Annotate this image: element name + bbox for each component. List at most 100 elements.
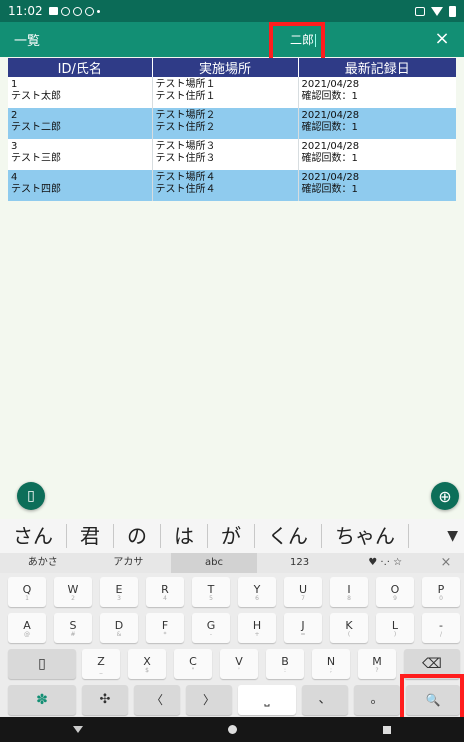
status-time: 11:02 xyxy=(8,4,43,18)
key-h[interactable]: H + xyxy=(238,613,276,643)
mode-symbols[interactable]: ♥ ·.· ☆ xyxy=(342,553,428,573)
suggestion-item[interactable]: が xyxy=(208,524,255,548)
cell-date: 2021/04/28 確認回数：1 xyxy=(297,139,456,170)
suggestion-item[interactable]: くん xyxy=(255,524,322,548)
table-row[interactable]: 1 テスト太郎 テスト場所１ テスト住所１ 2021/04/28 確認回数：1 xyxy=(8,77,456,108)
key-q[interactable]: Q1 xyxy=(8,577,46,607)
space-icon: ⎵ xyxy=(264,692,270,707)
key-n[interactable]: N; xyxy=(312,649,350,679)
add-icon: ⊕ xyxy=(438,486,452,506)
key-e[interactable]: E3 xyxy=(100,577,138,607)
keyboard: Q1 W2 E3 R4 T5 Y6 U7 I8 O9 P0 A @ S # D & F… xyxy=(0,573,464,717)
home-icon[interactable] xyxy=(228,725,238,734)
suggestion-item[interactable]: は xyxy=(161,524,208,548)
period-key[interactable]: 。 xyxy=(354,685,400,715)
key-d[interactable]: D & xyxy=(100,613,138,643)
gear-icon: ✽ xyxy=(36,692,48,708)
chevron-left-icon: 〈 xyxy=(150,693,163,707)
key-u[interactable]: U7 xyxy=(284,577,322,607)
space-key[interactable]: ⎵ xyxy=(238,685,296,715)
key-a[interactable]: A @ xyxy=(8,613,46,643)
cell-id-name: 4 テスト四郎 xyxy=(8,170,152,201)
records-table: ID/氏名 実施場所 最新記録日 1 テスト太郎 テスト場所１ テスト住所１ 202… xyxy=(8,58,456,201)
key-l[interactable]: L) xyxy=(376,613,414,643)
suggestion-item[interactable]: さん xyxy=(0,524,67,548)
cursor-right-key[interactable]: 〉 xyxy=(186,685,232,715)
cell-place: テスト場所２ テスト住所２ xyxy=(151,108,298,139)
header-place: 実施場所 xyxy=(151,58,298,77)
notification-icon xyxy=(60,6,70,16)
system-nav-bar xyxy=(0,717,464,742)
close-icon: × xyxy=(434,28,450,49)
key-r[interactable]: R4 xyxy=(146,577,184,607)
input-mode-tabs: あかさ アカサ abc 123 ♥ ·.· ☆ × xyxy=(0,553,464,573)
cell-id-name: 1 テスト太郎 xyxy=(8,77,152,108)
cell-place: テスト場所３ テスト住所３ xyxy=(151,139,298,170)
key-i[interactable]: I8 xyxy=(330,577,368,607)
key-s[interactable]: S # xyxy=(54,613,92,643)
battery-icon xyxy=(449,5,456,17)
key-hyphen[interactable]: - / xyxy=(422,613,460,643)
mode-hiragana[interactable]: あかさ xyxy=(0,553,86,573)
cursor-move-key[interactable]: ✣ xyxy=(82,685,128,715)
mode-alphabet[interactable]: abc xyxy=(171,553,257,573)
close-keyboard-icon[interactable]: × xyxy=(428,553,464,573)
notification-icons xyxy=(48,6,100,16)
key-y[interactable]: Y6 xyxy=(238,577,276,607)
expand-suggestions-icon[interactable]: ▼ xyxy=(447,528,458,544)
key-f[interactable]: F * xyxy=(146,613,184,643)
key-t[interactable]: T5 xyxy=(192,577,230,607)
import-button[interactable]: ▯ xyxy=(17,482,45,510)
app-bar: 一覧 xyxy=(0,22,464,57)
key-w[interactable]: W2 xyxy=(54,577,92,607)
recents-icon[interactable] xyxy=(383,725,392,734)
close-search-button[interactable]: × xyxy=(430,27,454,51)
table-row[interactable]: 3 テスト三郎 テスト場所３ テスト住所３ 2021/04/28 確認回数：1 xyxy=(8,139,456,170)
status-bar: 11:02 xyxy=(0,0,464,22)
search-text: 二郎 xyxy=(290,33,315,47)
backspace-key[interactable]: ⌫ xyxy=(404,649,460,679)
shift-icon: ▯ xyxy=(38,656,46,672)
suggestion-item[interactable]: 君 xyxy=(67,524,114,548)
notification-icon xyxy=(48,7,58,15)
comma-key[interactable]: 、 xyxy=(302,685,348,715)
key-z[interactable]: Z _ xyxy=(82,649,120,679)
cell-place: テスト場所１ テスト住所１ xyxy=(151,77,298,108)
mode-numbers[interactable]: 123 xyxy=(257,553,343,573)
move-cursor-icon: ✣ xyxy=(99,692,111,707)
search-input[interactable]: 二郎 xyxy=(290,31,317,48)
key-j[interactable]: J = xyxy=(284,613,322,643)
key-c[interactable]: C " xyxy=(174,649,212,679)
mode-katakana[interactable]: アカサ xyxy=(86,553,172,573)
key-p[interactable]: P0 xyxy=(422,577,460,607)
add-button[interactable]: ⊕ xyxy=(431,482,459,510)
wifi-icon xyxy=(431,6,443,16)
key-v[interactable]: V ' xyxy=(220,649,258,679)
backspace-icon: ⌫ xyxy=(422,656,442,672)
cell-date: 2021/04/28 確認回数：1 xyxy=(297,170,456,201)
sim-icon xyxy=(415,6,425,16)
shift-key[interactable]: ▯ xyxy=(8,649,76,679)
key-b[interactable]: B: xyxy=(266,649,304,679)
key-g[interactable]: G- xyxy=(192,613,230,643)
keyboard-settings-key[interactable]: ✽ xyxy=(8,685,76,715)
back-icon[interactable] xyxy=(72,726,83,733)
chevron-right-icon: 〉 xyxy=(202,693,215,707)
key-o[interactable]: O9 xyxy=(376,577,414,607)
suggestion-item[interactable]: の xyxy=(114,524,161,548)
search-key[interactable]: 🔍 xyxy=(406,685,460,715)
suggestion-item[interactable]: ちゃん xyxy=(322,524,409,548)
key-m[interactable]: M? xyxy=(358,649,396,679)
key-x[interactable]: X $ xyxy=(128,649,166,679)
table-row[interactable]: 4 テスト四郎 テスト場所４ テスト住所４ 2021/04/28 確認回数：1 xyxy=(8,170,456,201)
notification-icon xyxy=(72,6,82,16)
text-caret xyxy=(315,34,317,47)
cell-id-name: 2 テスト二郎 xyxy=(8,108,152,139)
cell-id-name: 3 テスト三郎 xyxy=(8,139,152,170)
cursor-left-key[interactable]: 〈 xyxy=(134,685,180,715)
cell-place: テスト場所４ テスト住所４ xyxy=(151,170,298,201)
more-notifications-icon xyxy=(96,9,100,13)
table-row[interactable]: 2 テスト二郎 テスト場所２ テスト住所２ 2021/04/28 確認回数：1 xyxy=(8,108,456,139)
key-k[interactable]: K( xyxy=(330,613,368,643)
notification-icon xyxy=(84,6,94,16)
